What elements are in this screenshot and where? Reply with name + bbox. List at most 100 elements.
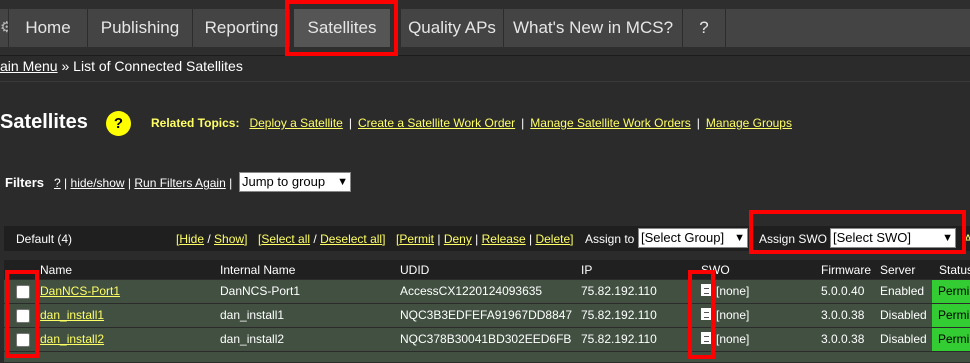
udid: NQC378B30041BD302EED6FB [400,332,572,346]
tab-publishing[interactable]: Publishing [88,9,193,47]
separator: | [696,116,700,130]
separator: | [348,116,352,130]
delete-link[interactable]: Delete [535,232,570,246]
server-state: Enabled [880,284,925,298]
column-header-internal-name[interactable]: Internal Name [220,263,295,277]
breadcrumb: ain Menu » List of Connected Satellites [0,58,243,74]
group-label: Default (4) [16,232,73,246]
filters-hide-show-link[interactable]: hide/show [71,176,125,190]
tab-home[interactable]: Home [9,9,88,47]
filters-bar: Filters? | hide/show | Run Filters Again… [5,175,232,190]
deny-link[interactable]: Deny [444,232,472,246]
satellite-name-link[interactable]: DanNCS-Port1 [40,280,120,303]
firmware: 3.0.0.38 [821,308,865,322]
page-title: Satellites [0,111,88,133]
separator: | [521,116,525,130]
satellite-name-link[interactable]: dan_install2 [40,328,104,351]
show-link[interactable]: Show [214,232,244,246]
column-header-firmware[interactable]: Firmware [821,263,871,277]
assign-swo-label: Assign SWO [759,232,828,246]
row-checkbox[interactable] [16,333,30,347]
document-icon[interactable] [701,284,712,296]
udid: NQC3B3EDFEFA91967DD8847 [400,308,573,322]
internal-name: dan_install2 [220,332,285,346]
firmware: 5.0.0.40 [821,284,865,298]
select-all-link[interactable]: Select all [261,232,310,246]
chevron-down-icon: ▼ [942,232,953,244]
related-topics-label: Related Topics: [151,116,240,130]
chevron-down-icon: ▼ [337,176,348,188]
link-create-swo[interactable]: Create a Satellite Work Order [358,116,515,130]
status-badge: Permi [932,304,970,327]
ip-address: 75.82.192.110 [581,284,657,298]
tab-reporting[interactable]: Reporting [193,9,291,47]
permit-link[interactable]: Permit [399,232,434,246]
table-row-partial[interactable] [4,352,970,363]
run-filters-again-link[interactable]: Run Filters Again [134,176,225,190]
breadcrumb-separator: » [57,58,74,74]
server-state: Disabled [880,332,927,346]
column-header-server[interactable]: Server [880,263,915,277]
related-topics: Related Topics: Deploy a Satellite | Create… [151,116,792,130]
column-header-status[interactable]: Status [939,263,970,277]
action-controls: [Permit | Deny | Release | Delete] [396,232,574,246]
nav-filler [726,9,970,47]
document-icon[interactable] [701,308,712,320]
row-checkbox[interactable] [16,309,30,323]
document-icon[interactable] [701,332,712,344]
swo-cell[interactable]: [none] [701,304,749,327]
swo-value: [none] [716,284,750,298]
chevron-down-icon: ▼ [734,232,745,244]
assign-to-value: [Select Group] [641,230,725,245]
deselect-all-link[interactable]: Deselect all [320,232,382,246]
help-icon[interactable]: ? [106,111,131,136]
separator: | [127,176,132,190]
filters-label: Filters [5,175,45,190]
select-controls: [Select all / Deselect all] [258,232,386,246]
tab-satellites[interactable]: Satellites [294,9,391,47]
column-header-name[interactable]: Name [40,263,72,277]
filters-help-link[interactable]: ? [54,176,61,190]
column-header-swo[interactable]: SWO [701,263,730,277]
internal-name: dan_install1 [220,308,285,322]
hide-link[interactable]: Hide [179,232,204,246]
swo-cell[interactable]: [none] [701,280,749,303]
swo-value: [none] [716,332,750,346]
status-badge: Permi [932,280,970,303]
breadcrumb-main-menu[interactable]: ain Menu [0,58,58,74]
assign-swo-select[interactable]: [Select SWO] ▼ [830,228,956,248]
row-checkbox[interactable] [16,285,30,299]
release-link[interactable]: Release [482,232,526,246]
swo-cell[interactable]: [none] [701,328,749,351]
swo-value: [none] [716,308,750,322]
status-badge: Permi [932,328,970,351]
breadcrumb-current: List of Connected Satellites [73,58,243,74]
tab-quality-aps[interactable]: Quality APs [401,9,504,47]
separator: | [64,176,68,190]
ip-address: 75.82.192.110 [581,308,657,322]
top-nav: ⚙ Home Publishing Reporting Satellites Q… [0,0,970,56]
satellite-name-link[interactable]: dan_install1 [40,304,104,327]
separator: | [229,176,233,190]
assign-to-select[interactable]: [Select Group] ▼ [638,228,748,248]
column-header-udid[interactable]: UDID [400,263,429,277]
toolbar-trailing-text[interactable]: A [964,232,970,246]
jump-to-group-value: Jump to group [242,174,326,189]
server-state: Disabled [880,308,927,322]
ip-address: 75.82.192.110 [581,332,657,346]
udid: AccessCX1220124093635 [400,284,543,298]
tab-whats-new[interactable]: What's New in MCS? [504,9,683,47]
link-manage-swo[interactable]: Manage Satellite Work Orders [530,116,691,130]
tab-help[interactable]: ? [683,9,726,47]
internal-name: DanNCS-Port1 [220,284,301,298]
divider [0,81,970,82]
firmware: 3.0.0.38 [821,332,865,346]
assign-to-label: Assign to [585,232,635,246]
hide-show-controls: [Hide / Show] [176,232,248,246]
column-header-ip[interactable]: IP [581,263,592,277]
link-manage-groups[interactable]: Manage Groups [706,116,792,130]
link-deploy-satellite[interactable]: Deploy a Satellite [249,116,342,130]
jump-to-group-select[interactable]: Jump to group ▼ [239,172,351,192]
assign-swo-value: [Select SWO] [833,230,912,245]
gear-icon[interactable]: ⚙ [0,9,8,47]
